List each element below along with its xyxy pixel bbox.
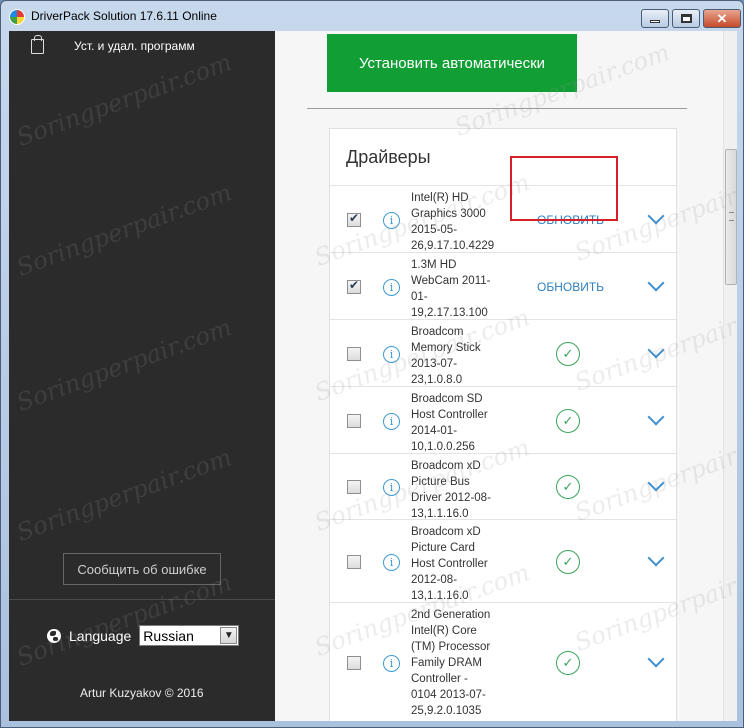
driver-name-line: 2014-01- — [411, 425, 458, 437]
driver-name: Intel(R) HD Graphics 3000 2015-05- 26,9.17.… — [411, 190, 503, 254]
globe-icon — [47, 628, 61, 643]
driver-name-line: 01- — [411, 291, 428, 303]
driver-name: 2nd Generation Intel(R) Core (TM) Processo… — [411, 607, 503, 719]
driver-row: i Broadcom xD Picture Card Host Controller 2… — [330, 519, 676, 602]
sidebar: Уст. и удал. программ Сообщить об ошибке… — [9, 31, 275, 721]
app-window: DriverPack Solution 17.6.11 Online ✕ Уст… — [0, 0, 744, 728]
driver-name-line: Graphics 3000 — [411, 208, 486, 220]
close-icon: ✕ — [716, 11, 728, 26]
sidebar-divider — [9, 599, 275, 600]
drivers-title: Драйверы — [346, 147, 431, 167]
checkmark-icon: ✓ — [556, 475, 580, 499]
chevron-down-icon[interactable] — [647, 274, 665, 291]
driver-name-line: Host Controller — [411, 409, 488, 421]
main-divider — [307, 108, 687, 109]
driver-name-line: Driver 2012-08- — [411, 492, 491, 504]
chevron-down-icon[interactable] — [647, 408, 665, 425]
driver-checkbox[interactable] — [347, 413, 361, 428]
language-select-value: Russian — [143, 627, 194, 644]
checkmark-icon: ✓ — [556, 651, 580, 675]
driver-checkbox[interactable] — [347, 346, 361, 361]
chevron-down-icon[interactable] — [647, 650, 665, 668]
checkmark-icon: ✓ — [556, 341, 580, 366]
driver-row: iIntel(R) HDGraphics 30002015-05-26,9.17… — [330, 185, 676, 252]
info-icon[interactable]: i — [383, 412, 400, 430]
client-area: Уст. и удал. программ Сообщить об ошибке… — [9, 31, 737, 721]
info-icon[interactable]: i — [383, 345, 400, 363]
chevron-down-icon[interactable] — [647, 549, 665, 566]
copyright-text: Artur Kuzyakov © 2016 — [80, 686, 204, 700]
driver-name-line: 25,9.2.0.1035 — [411, 705, 482, 717]
app-logo-icon — [9, 9, 25, 25]
driver-name-line: Picture Bus — [411, 476, 470, 488]
driver-name-line: 0104 2013-07- — [411, 689, 486, 701]
sidebar-item-label: Уст. и удал. программ — [74, 39, 195, 53]
info-icon[interactable]: i — [383, 278, 400, 296]
driver-name: Broadcom xD Picture Bus Driver 2012-08- 13,… — [411, 458, 503, 522]
driver-name-line: 2012-08- — [411, 574, 458, 586]
chevron-down-icon[interactable] — [647, 474, 665, 492]
install-automatically-button[interactable]: Установить автоматически — [327, 34, 577, 92]
info-icon[interactable]: i — [383, 211, 400, 229]
driver-name-line: Broadcom xD — [411, 526, 481, 538]
info-icon[interactable]: i — [383, 479, 400, 496]
driver-name-line: 2013-07- — [411, 358, 458, 370]
driver-name-line: Intel(R) Core — [411, 625, 477, 637]
driver-name-line: Broadcom xD — [411, 460, 481, 472]
checkmark-icon: ✓ — [556, 549, 580, 574]
driver-checkbox[interactable] — [347, 480, 361, 494]
driver-name: 1.3M HD WebCam 2011- 01- 19,2.17.13.100 — [411, 257, 503, 321]
maximize-icon — [680, 14, 692, 23]
driver-row: i Broadcom SD Host Controller 2014-01- 10,1.… — [330, 386, 676, 453]
scrollbar-thumb[interactable] — [725, 149, 737, 285]
driver-checkbox[interactable] — [347, 554, 361, 569]
driver-name-line: Intel(R) HD — [411, 192, 469, 204]
driver-name-line: WebCam 2011- — [411, 275, 491, 287]
info-icon[interactable]: i — [383, 553, 400, 571]
driver-name: Broadcom xD Picture Card Host Controller 20… — [411, 524, 503, 604]
report-error-button[interactable]: Сообщить об ошибке — [63, 553, 221, 585]
language-label: Language — [69, 627, 132, 644]
minimize-button[interactable] — [641, 9, 669, 28]
drivers-card: Драйверы i Intel(R) HD Graphics 3000 2015-0… — [329, 128, 677, 721]
driver-checkbox[interactable] — [347, 656, 361, 670]
shopping-bag-icon — [31, 34, 44, 54]
sidebar-item-programs[interactable]: Уст. и удал. программ — [31, 34, 195, 58]
driver-name-line: 2nd Generation — [411, 609, 491, 621]
driver-name-line: Controller - — [411, 673, 468, 685]
driver-name: Broadcom SD Host Controller 2014-01- 10,1.0… — [411, 391, 503, 455]
main-panel: Установить автоматически Драйверы i Intel… — [275, 31, 723, 721]
window-title: DriverPack Solution 17.6.11 Online — [31, 9, 217, 23]
minimize-icon — [650, 20, 660, 23]
close-button[interactable]: ✕ — [703, 9, 741, 28]
driver-checkbox[interactable] — [347, 211, 361, 227]
driver-row: i Broadcom Memory Stick 2013-07- 23,1.0.8.0 ✓ — [330, 319, 676, 386]
driver-name-line: Family DRAM — [411, 657, 482, 669]
info-icon[interactable]: i — [383, 655, 400, 672]
driver-name-line: Broadcom SD — [411, 393, 483, 405]
chevron-down-icon[interactable]: ▼ — [220, 627, 238, 644]
highlight-box — [510, 156, 618, 221]
driver-name-line: 2015-05- — [411, 224, 458, 236]
scrollbar[interactable] — [723, 31, 737, 721]
driver-row: i1.3M HDWebCam 2011-01-19,2.17.13.100ОБН… — [330, 252, 676, 319]
language-select[interactable]: Russian ▼ — [139, 625, 240, 646]
driver-checkbox[interactable] — [347, 278, 361, 294]
title-bar[interactable]: DriverPack Solution 17.6.11 Online ✕ — [1, 1, 743, 31]
maximize-button[interactable] — [672, 9, 700, 28]
driver-name-line: 1.3M HD — [411, 259, 457, 271]
chevron-down-icon[interactable] — [647, 207, 665, 224]
chevron-down-icon[interactable] — [647, 341, 665, 358]
driver-name-line: Memory Stick — [411, 342, 481, 354]
driver-name-line: Broadcom — [411, 326, 464, 338]
driver-row: i 2nd Generation Intel(R) Core (TM) Process… — [330, 602, 676, 721]
driver-row: i Broadcom xD Picture Bus Driver 2012-08- 13… — [330, 453, 676, 522]
driver-name-line: Picture Card — [411, 542, 475, 554]
driver-name: Broadcom Memory Stick 2013-07- 23,1.0.8.0 — [411, 324, 503, 388]
language-row: Language Russian ▼ — [47, 625, 240, 646]
driver-name-line: (TM) Processor — [411, 641, 491, 653]
driver-name-line: Host Controller — [411, 558, 488, 570]
update-driver-button[interactable]: ОБНОВИТЬ — [537, 280, 604, 294]
checkmark-icon: ✓ — [556, 408, 580, 433]
